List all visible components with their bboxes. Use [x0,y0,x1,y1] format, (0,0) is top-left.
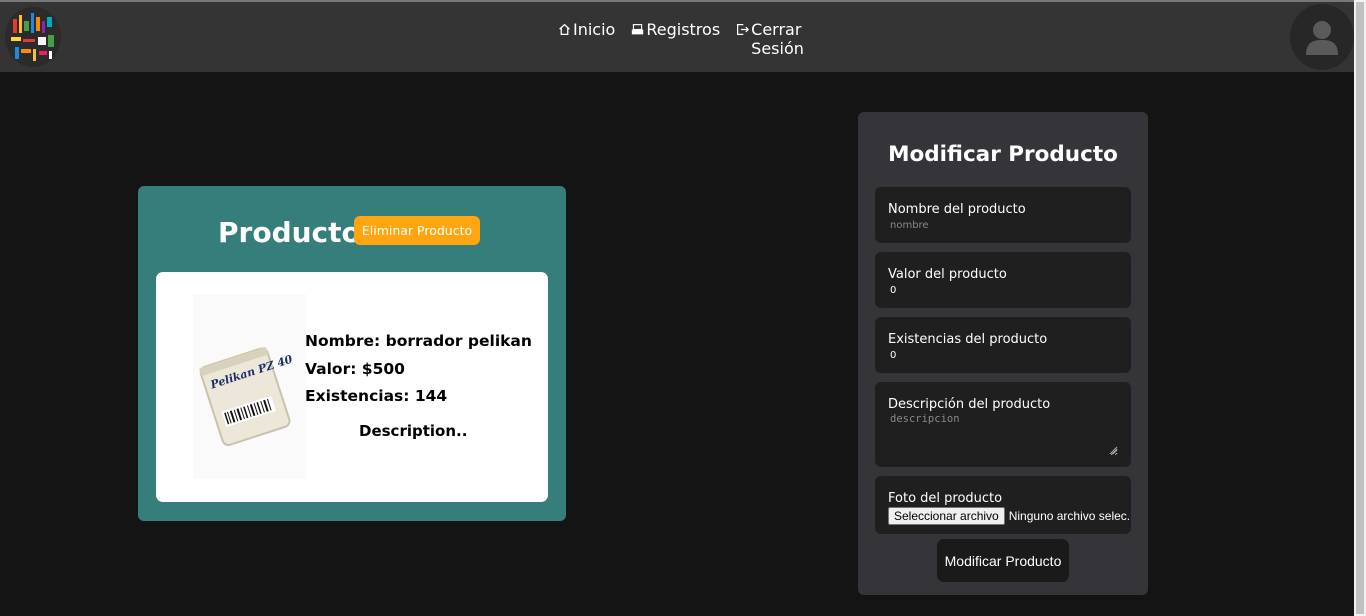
nav-link-registros[interactable]: Registros [631,20,720,39]
user-icon [1306,21,1338,55]
photo-field-group: Foto del producto Seleccionar archivo Ni… [875,476,1131,534]
product-panel: Producto Eliminar Producto Pelikan PZ 40 [138,186,566,521]
product-title: Producto [218,216,361,249]
product-card: Pelikan PZ 40 Nombre: borrador pelikan V… [156,272,548,502]
user-avatar[interactable] [1290,4,1354,70]
modify-product-button[interactable]: Modificar Producto [937,539,1069,582]
product-value: Valor: $500 [305,359,405,378]
logout-icon [737,24,750,35]
stock-field-label: Existencias del producto [888,332,1048,347]
name-field-label: Nombre del producto [888,202,1026,217]
logo[interactable] [5,7,61,67]
value-field-group: Valor del producto [875,252,1131,308]
stock-field-group: Existencias del producto [875,317,1131,373]
name-input[interactable] [888,218,1118,232]
description-field-group: Descripción del producto [875,382,1131,467]
description-textarea[interactable] [888,413,1118,456]
navbar: Inicio Registros Cerrar Sesión [0,0,1354,72]
value-input[interactable] [888,283,1118,297]
product-name: Nombre: borrador pelikan [305,332,532,350]
vertical-scrollbar[interactable] [1354,0,1366,616]
stock-input[interactable] [888,348,1118,362]
product-description: Description.. [359,422,468,440]
value-field-label: Valor del producto [888,267,1007,282]
resize-grip-icon[interactable] [1109,446,1118,455]
page: Inicio Registros Cerrar Sesión Producto … [0,0,1366,616]
product-info: Nombre: borrador pelikan Valor: $500 Exi… [305,328,532,411]
modify-product-form: Modificar Producto Nombre del producto V… [858,112,1148,595]
nav-links: Inicio Registros Cerrar Sesión [558,20,837,58]
description-field-label: Descripción del producto [888,397,1051,412]
nav-link-label: Inicio [573,20,616,39]
nav-link-label: Cerrar Sesión [751,20,804,58]
product-image: Pelikan PZ 40 [193,294,306,479]
home-icon [559,23,570,36]
select-file-button[interactable]: Seleccionar archivo [888,507,1005,525]
product-stock: Existencias: 144 [305,387,448,405]
file-status: Ninguno archivo selec. [1008,509,1131,523]
delete-product-button[interactable]: Eliminar Producto [354,216,480,245]
register-icon [632,24,644,35]
nav-link-cerrar-sesion[interactable]: Cerrar Sesión [736,20,821,58]
file-input: Seleccionar archivo Ninguno archivo sele… [888,507,1130,525]
nav-link-label: Registros [646,20,721,39]
scrollbar-thumb[interactable] [1356,2,1364,614]
nav-link-inicio[interactable]: Inicio [558,20,615,39]
photo-field-label: Foto del producto [888,491,1003,506]
form-title: Modificar Producto [888,142,1118,167]
name-field-group: Nombre del producto [875,187,1131,243]
